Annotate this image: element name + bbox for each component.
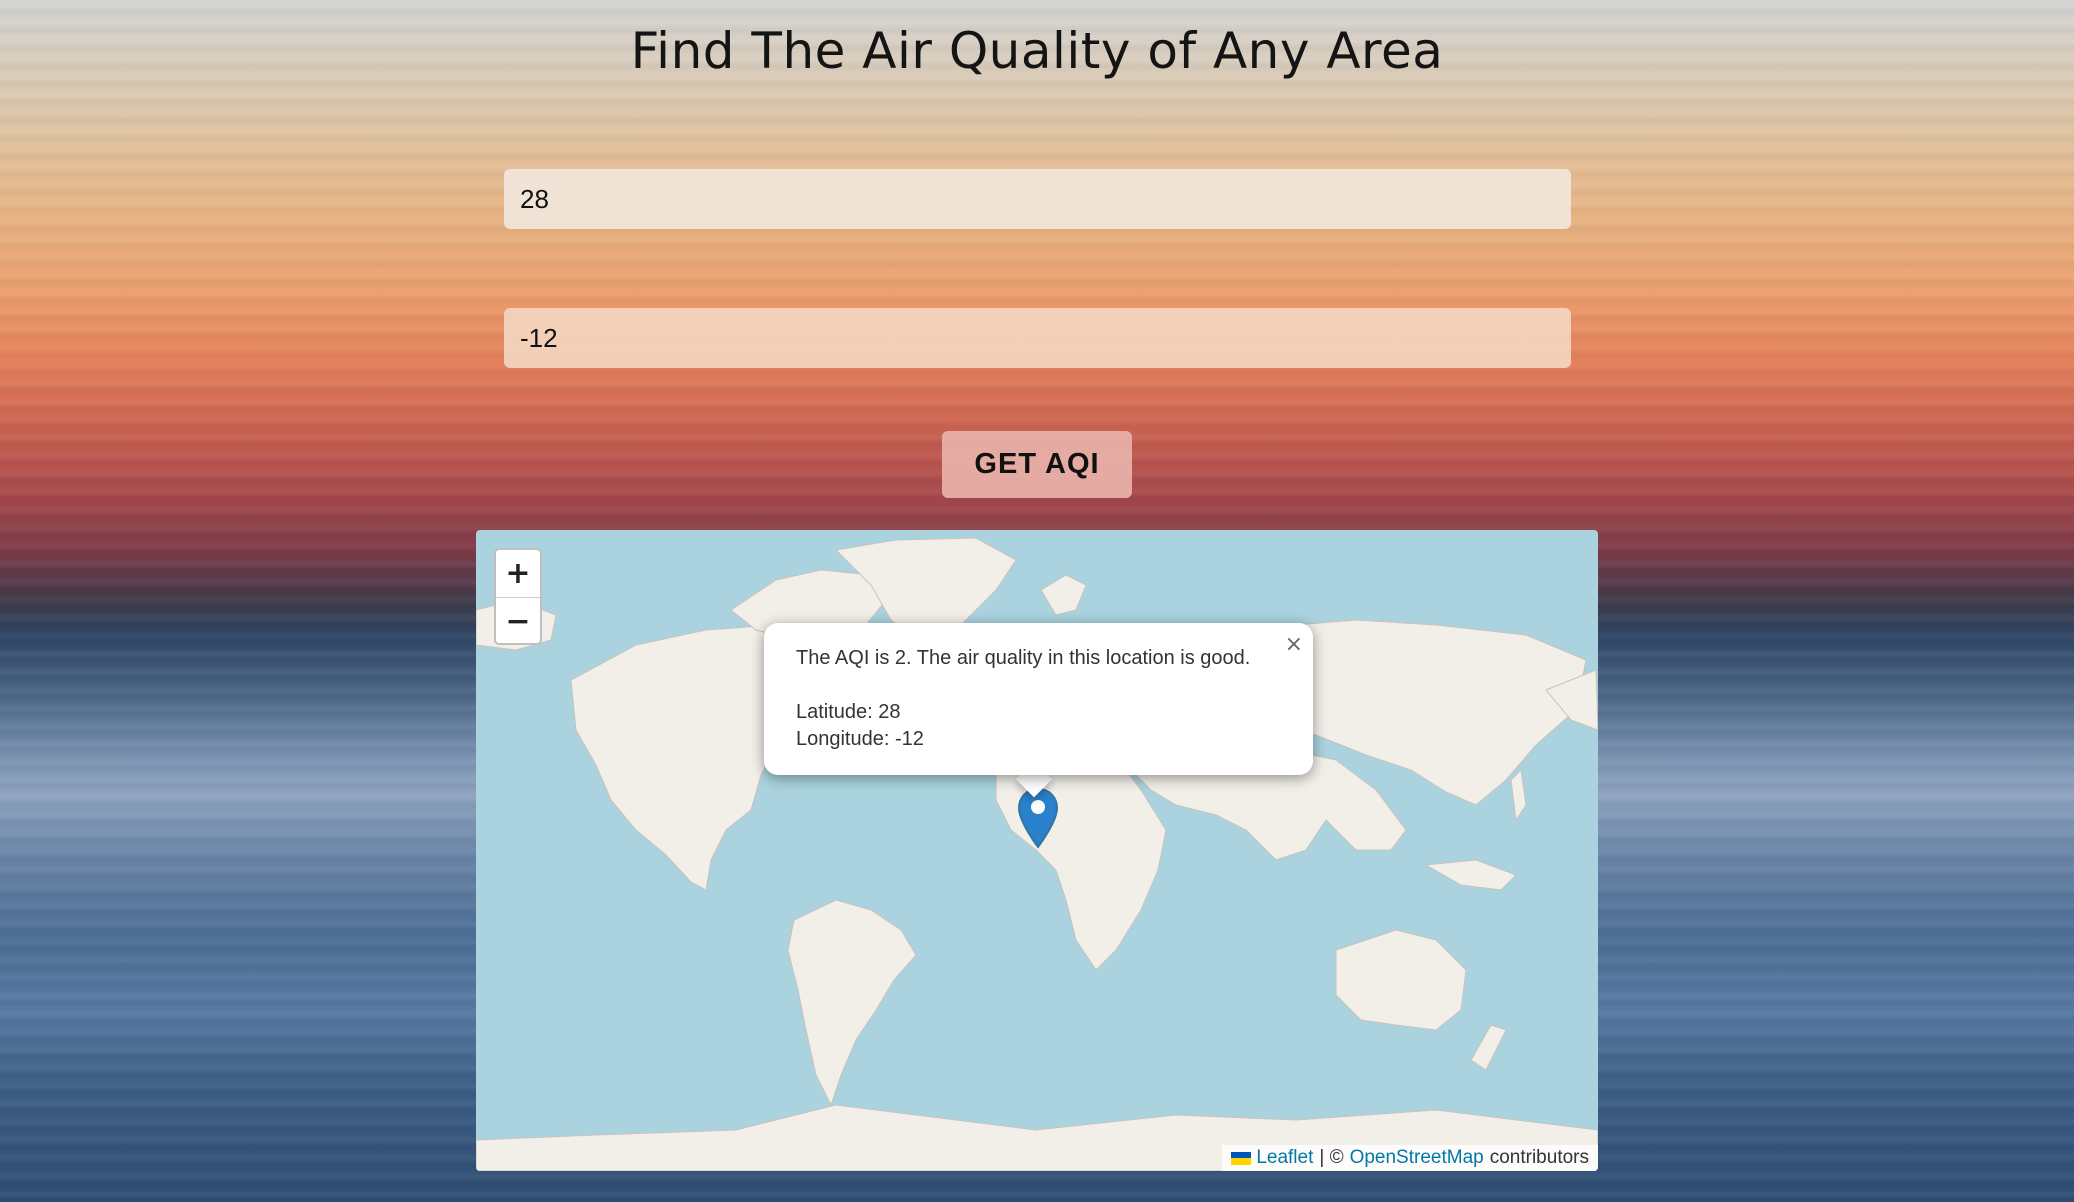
popup-close-button[interactable]: × [1285,631,1303,658]
latitude-input[interactable] [504,169,1571,229]
ukraine-flag-icon [1231,1151,1252,1165]
leaflet-link[interactable]: Leaflet [1256,1147,1313,1169]
map-attribution: Leaflet | © OpenStreetMap contributors [1222,1145,1598,1171]
popup-longitude: Longitude: -12 [796,728,924,750]
zoom-in-button[interactable]: + [496,550,540,598]
attribution-suffix: contributors [1489,1147,1589,1168]
page-title: Find The Air Quality of Any Area [630,22,1444,80]
get-aqi-button[interactable]: GET AQI [942,431,1132,498]
longitude-input[interactable] [504,308,1571,368]
map-container[interactable]: + − × The AQI is 2. The air quality in t… [476,530,1598,1171]
popup-latitude: Latitude: 28 [796,701,901,723]
attribution-separator: | © [1319,1147,1344,1168]
aqi-message: The AQI is 2. The air quality in this lo… [796,647,1251,669]
aqi-popup: × The AQI is 2. The air quality in this … [764,623,1313,775]
zoom-out-button[interactable]: − [496,598,540,644]
openstreetmap-link[interactable]: OpenStreetMap [1350,1147,1484,1169]
zoom-control: + − [494,548,542,645]
location-marker-icon[interactable] [1017,787,1059,854]
